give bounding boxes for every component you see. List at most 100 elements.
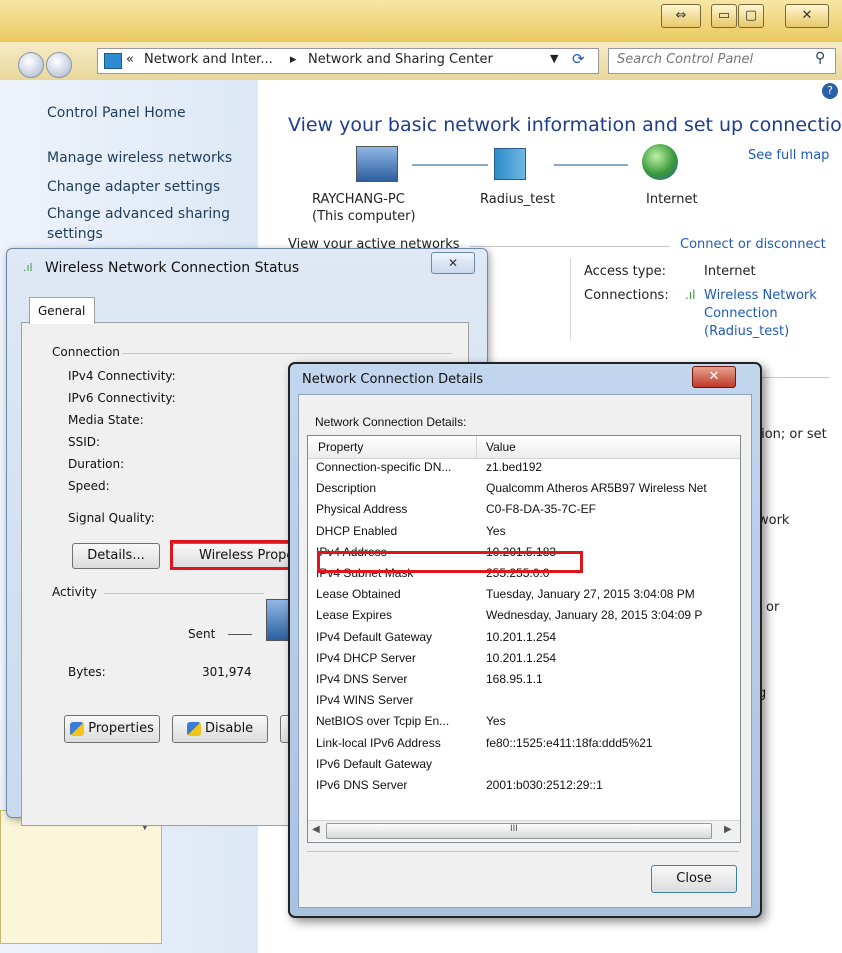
media-state-label: Media State: bbox=[68, 413, 144, 427]
access-type-label: Access type: bbox=[584, 264, 667, 279]
connect-disconnect-link[interactable]: Connect or disconnect bbox=[680, 237, 826, 252]
background-panel: ▼ bbox=[0, 810, 162, 944]
details-header-label: Network Connection Details: bbox=[315, 415, 467, 429]
table-row-property[interactable]: Description bbox=[316, 481, 376, 495]
connection-link[interactable]: Wireless Network bbox=[704, 288, 817, 303]
table-row-value[interactable]: C0-F8-DA-35-7C-EF bbox=[486, 502, 596, 516]
table-row-value[interactable]: 2001:b030:2512:29::1 bbox=[486, 778, 603, 792]
breadcrumb-prefix[interactable]: « bbox=[126, 52, 134, 67]
search-input[interactable]: Search Control Panel ⚲ bbox=[608, 48, 836, 74]
dropdown-arrow-icon[interactable]: ▼ bbox=[550, 52, 558, 65]
sidebar-item-advanced-sharing[interactable]: Change advanced sharing bbox=[47, 206, 230, 222]
details-dialog: Network Connection Details ✕ Network Con… bbox=[288, 362, 762, 918]
close-button-label: Close bbox=[676, 871, 712, 886]
column-value[interactable]: Value bbox=[486, 440, 516, 454]
ssid-label: SSID: bbox=[68, 435, 101, 449]
divider-2 bbox=[758, 377, 830, 378]
address-bar[interactable]: « Network and Inter... ▸ Network and Sha… bbox=[97, 48, 599, 74]
table-row-property[interactable]: IPv6 Default Gateway bbox=[316, 757, 432, 771]
disable-label: Disable bbox=[204, 721, 254, 736]
help-icon[interactable]: ? bbox=[822, 83, 838, 99]
partial-text-2: work bbox=[758, 513, 790, 528]
details-dialog-close[interactable]: ✕ bbox=[692, 366, 736, 388]
table-row-property[interactable]: Lease Obtained bbox=[316, 587, 401, 601]
internet-name: Internet bbox=[646, 192, 698, 207]
table-row-value[interactable]: 10.201.1.254 bbox=[486, 630, 556, 644]
table-row-value[interactable]: 168.95.1.1 bbox=[486, 672, 543, 686]
divider bbox=[470, 246, 670, 247]
table-row-property[interactable]: IPv4 DNS Server bbox=[316, 672, 407, 686]
close-button[interactable]: ✕ bbox=[785, 4, 829, 28]
maximize-button[interactable]: ▢ bbox=[738, 4, 764, 28]
table-row-property[interactable]: DHCP Enabled bbox=[316, 524, 397, 538]
table-row-value[interactable]: Yes bbox=[486, 714, 506, 728]
table-row-property[interactable]: Lease Expires bbox=[316, 608, 392, 622]
sidebar-item-manage-wireless[interactable]: Manage wireless networks bbox=[47, 150, 232, 166]
table-row-value[interactable]: Wednesday, January 28, 2015 3:04:09 P bbox=[486, 608, 702, 622]
table-row-property[interactable]: IPv4 Default Gateway bbox=[316, 630, 432, 644]
control-panel-icon bbox=[104, 53, 122, 69]
table-row-property[interactable]: IPv4 DHCP Server bbox=[316, 651, 416, 665]
table-row-property[interactable]: Connection-specific DN... bbox=[316, 460, 451, 474]
status-dialog-close[interactable]: ✕ bbox=[431, 252, 475, 274]
back-button[interactable] bbox=[18, 52, 44, 78]
duration-label: Duration: bbox=[68, 457, 125, 471]
partial-text-3: or bbox=[766, 600, 780, 615]
ipv4-highlight-box bbox=[317, 551, 583, 573]
network-icon bbox=[494, 148, 526, 180]
close-icon: ✕ bbox=[801, 8, 813, 23]
column-property[interactable]: Property bbox=[318, 440, 363, 454]
refresh-icon[interactable]: ⟳ bbox=[572, 50, 585, 68]
horizontal-scrollbar[interactable]: ◀ III ▶ bbox=[308, 820, 740, 841]
table-row-value[interactable]: Yes bbox=[486, 524, 506, 538]
sidebar-item-change-adapter[interactable]: Change adapter settings bbox=[47, 179, 220, 195]
sidebar-item-advanced-sharing-cont[interactable]: settings bbox=[47, 226, 103, 242]
forward-button[interactable] bbox=[46, 52, 72, 78]
table-row-property[interactable]: NetBIOS over Tcpip En... bbox=[316, 714, 449, 728]
details-dialog-title: Network Connection Details bbox=[302, 372, 484, 387]
signal-quality-label: Signal Quality: bbox=[68, 511, 155, 525]
details-table[interactable]: Property Value Connection-specific DN...… bbox=[307, 435, 741, 843]
close-button[interactable]: Close bbox=[651, 865, 737, 893]
connection-link-3[interactable]: (Radius_test) bbox=[704, 324, 789, 339]
scroll-right-icon[interactable]: ▶ bbox=[724, 824, 732, 835]
activity-header: Activity bbox=[52, 585, 97, 599]
breadcrumb-network-sharing[interactable]: Network and Sharing Center bbox=[308, 52, 493, 67]
details-dialog-body: Network Connection Details: Property Val… bbox=[298, 394, 752, 908]
table-row-property[interactable]: IPv4 WINS Server bbox=[316, 693, 413, 707]
scroll-thumb[interactable] bbox=[326, 823, 712, 839]
disable-button[interactable]: Disable bbox=[172, 715, 268, 743]
table-row-property[interactable]: Physical Address bbox=[316, 502, 407, 516]
computer-name: RAYCHANG-PC bbox=[312, 192, 405, 207]
breadcrumb-network[interactable]: Network and Inter... bbox=[144, 52, 273, 67]
ipv6-connectivity-label: IPv6 Connectivity: bbox=[68, 391, 176, 405]
table-row-property[interactable]: IPv6 DNS Server bbox=[316, 778, 407, 792]
see-full-map-link[interactable]: See full map bbox=[748, 148, 829, 163]
minimize-button[interactable]: ▭ bbox=[711, 4, 737, 28]
swap-button[interactable]: ⇔ bbox=[661, 4, 701, 28]
table-row-value[interactable]: fe80::1525:e411:18fa:ddd5%21 bbox=[486, 736, 653, 750]
speed-label: Speed: bbox=[68, 479, 110, 493]
connections-label: Connections: bbox=[584, 288, 669, 303]
table-row-value[interactable]: 10.201.1.254 bbox=[486, 651, 556, 665]
tab-general[interactable]: General bbox=[29, 297, 95, 324]
tab-general-label: General bbox=[38, 304, 86, 318]
table-row-property[interactable]: Link-local IPv6 Address bbox=[316, 736, 441, 750]
search-icon[interactable]: ⚲ bbox=[815, 50, 825, 66]
connection-link-2[interactable]: Connection bbox=[704, 306, 778, 321]
scroll-grip: III bbox=[510, 824, 518, 834]
table-row-value[interactable]: z1.bed192 bbox=[486, 460, 542, 474]
access-type-value: Internet bbox=[704, 264, 756, 279]
properties-button[interactable]: Properties bbox=[64, 715, 160, 743]
map-connector-2 bbox=[554, 164, 628, 166]
signal-icon: .ıl bbox=[685, 288, 696, 302]
minimize-icon: ▭ bbox=[717, 8, 731, 23]
details-button[interactable]: Details... bbox=[72, 543, 160, 569]
divider bbox=[104, 593, 264, 594]
table-row-value[interactable]: Qualcomm Atheros AR5B97 Wireless Net bbox=[486, 481, 707, 495]
details-button-label: Details... bbox=[87, 548, 145, 563]
sidebar-item-control-panel-home[interactable]: Control Panel Home bbox=[47, 105, 186, 121]
swap-icon: ⇔ bbox=[675, 8, 687, 23]
scroll-left-icon[interactable]: ◀ bbox=[312, 824, 320, 835]
table-row-value[interactable]: Tuesday, January 27, 2015 3:04:08 PM bbox=[486, 587, 695, 601]
